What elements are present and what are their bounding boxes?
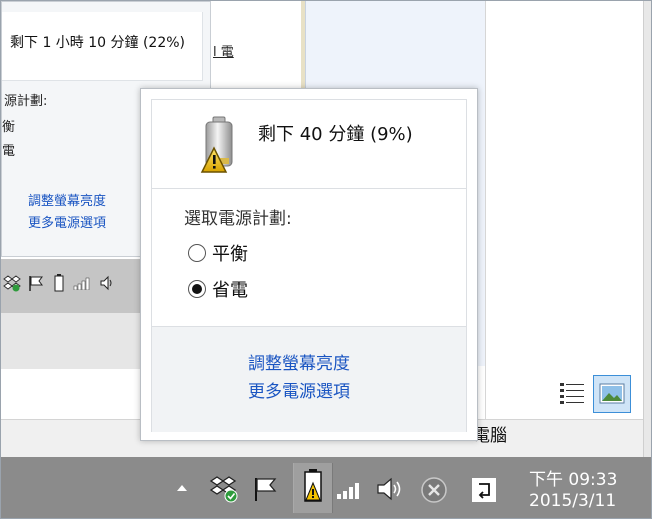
- battery-status-area: 剩下 40 分鐘 (9%): [152, 100, 466, 189]
- battery-warning-tray-icon: [304, 469, 322, 502]
- more-power-options-link[interactable]: 更多電源選項: [248, 377, 350, 402]
- background-plan-header: 源計劃:: [4, 94, 48, 109]
- background-underlined-text[interactable]: l 電: [213, 41, 234, 60]
- volume-icon[interactable]: [375, 475, 407, 503]
- plan-balanced-label: 平衡: [212, 244, 248, 265]
- background-battery-status: 剩下 1 小時 10 分鐘 (22%): [10, 35, 186, 51]
- battery-icon[interactable]: [51, 273, 67, 293]
- background-tray-icons: [3, 273, 117, 293]
- background-plan-balanced[interactable]: 衡: [2, 116, 15, 135]
- input-method-icon[interactable]: [471, 477, 497, 503]
- screenshot-frame: 剩下 1 小時 10 分鐘 (22%) 源計劃: 衡 電 調整螢幕亮度 更多電源…: [0, 0, 652, 519]
- background-status-area: 剩下 1 小時 10 分鐘 (22%): [2, 12, 203, 81]
- plan-option-power-saver[interactable]: 省電: [188, 276, 248, 302]
- action-center-flag-icon[interactable]: [251, 475, 279, 503]
- battery-tray-button[interactable]: [293, 463, 333, 513]
- power-flyout-panel: 剩下 40 分鐘 (9%) 選取電源計劃: 平衡 省電 調整螢幕亮度 更多電源選…: [151, 99, 467, 432]
- action-center-flag-icon[interactable]: [27, 274, 45, 292]
- background-brightness-link[interactable]: 調整螢幕亮度: [28, 190, 106, 209]
- adjust-brightness-link[interactable]: 調整螢幕亮度: [248, 349, 350, 374]
- power-flyout: 剩下 40 分鐘 (9%) 選取電源計劃: 平衡 省電 調整螢幕亮度 更多電源選…: [140, 88, 478, 441]
- dropbox-icon[interactable]: [209, 475, 239, 503]
- background-scrollbar[interactable]: [643, 1, 651, 457]
- battery-status-text: 剩下 40 分鐘 (9%): [258, 124, 413, 145]
- show-hidden-icon[interactable]: [175, 481, 189, 495]
- plan-balanced-radio[interactable]: [188, 244, 206, 262]
- large-icons-view-button[interactable]: [593, 375, 631, 413]
- dropbox-icon[interactable]: [3, 274, 21, 292]
- background-more-options-link[interactable]: 更多電源選項: [28, 212, 106, 231]
- clock-date[interactable]: 2015/3/11: [529, 491, 616, 511]
- power-plan-header: 選取電源計劃:: [184, 209, 292, 229]
- details-view-icon[interactable]: [559, 381, 585, 405]
- clock-time[interactable]: 下午 09:33: [529, 465, 617, 490]
- background-plan-saver[interactable]: 電: [2, 140, 15, 159]
- background-right-pane: [485, 1, 644, 419]
- plan-power-saver-label: 省電: [212, 280, 248, 301]
- volume-icon[interactable]: [99, 274, 117, 292]
- network-signal-icon[interactable]: [335, 479, 365, 501]
- plan-option-balanced[interactable]: 平衡: [188, 240, 248, 266]
- picture-icon: [599, 383, 625, 404]
- power-flyout-footer: 調整螢幕亮度 更多電源選項: [152, 326, 466, 432]
- close-circle-icon[interactable]: [419, 475, 449, 505]
- background-computer-label: 電腦: [473, 426, 507, 446]
- battery-warning-icon: [200, 116, 233, 173]
- network-signal-icon[interactable]: [73, 276, 93, 290]
- plan-power-saver-radio[interactable]: [188, 280, 206, 298]
